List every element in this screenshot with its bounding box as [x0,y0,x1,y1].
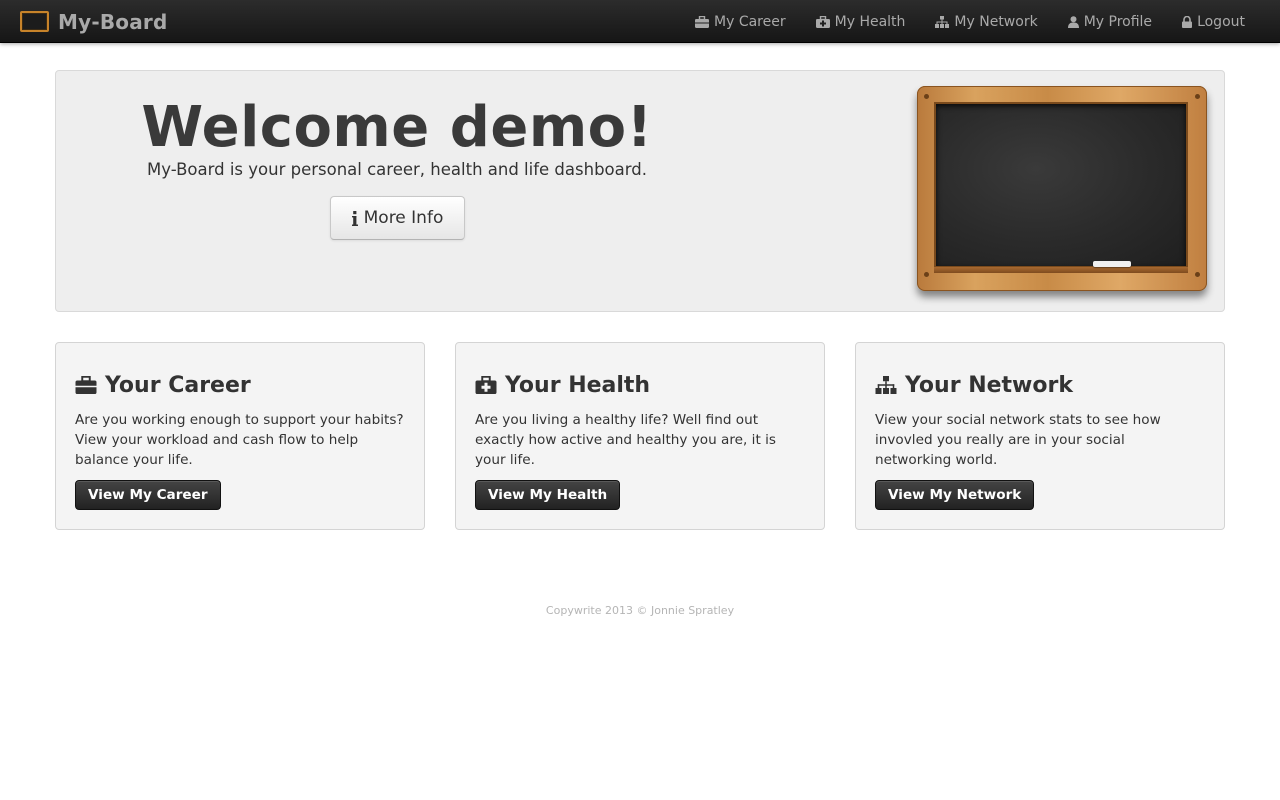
card-text: View your social network stats to see ho… [875,412,1161,468]
career-card: Your Career Are you working enough to su… [55,342,425,530]
hero-subtitle: My-Board is your personal career, health… [147,160,647,179]
chalk-ledge [934,267,1188,273]
footer-copyright: Copywrite 2013 © Jonnie Spratley [545,604,735,617]
hero-title: Welcome demo! [141,95,653,160]
nav-item-logout[interactable]: Logout [1167,0,1260,43]
nav-item-my-profile[interactable]: My Profile [1053,0,1167,43]
screw-top-left [924,94,929,99]
screw-bottom-left [924,272,929,277]
chalk-piece [1093,261,1131,267]
medkit-icon [475,376,497,394]
sitemap-icon [875,376,897,394]
view-my-health-button[interactable]: View My Health [475,480,621,510]
view-my-career-button[interactable]: View My Career [75,480,221,510]
view-my-network-button[interactable]: View My Network [875,480,1035,510]
network-card: Your Network View your social network st… [855,342,1225,530]
brand-name: My-Board [58,9,168,34]
card-title: Your Career [75,370,405,400]
screw-bottom-right [1195,272,1200,277]
info-icon [351,210,358,226]
card-text: Are you living a healthy life? Well find… [475,412,776,468]
card-title: Your Network [875,370,1205,400]
nav-item-label: Logout [1197,13,1245,30]
briefcase-icon [695,15,710,28]
card-title: Your Health [475,370,805,400]
nav-item-my-career[interactable]: My Career [680,0,801,43]
chalkboard-surface [934,102,1188,268]
chalkboard-icon [20,11,49,32]
hero-unit: Welcome demo! My-Board is your personal … [55,70,1225,312]
card-title-text: Your Health [505,372,651,398]
health-card: Your Health Are you living a healthy lif… [455,342,825,530]
navbar: My-Board My Career My Health My Network … [0,0,1280,43]
lock-icon [1182,15,1193,28]
nav-item-label: My Health [834,13,906,30]
card-title-text: Your Career [105,372,251,398]
card-title-text: Your Network [905,372,1073,398]
briefcase-icon [75,376,97,394]
more-info-label: More Info [363,208,444,228]
sitemap-icon [935,15,950,28]
more-info-button[interactable]: More Info [330,196,465,240]
nav-item-label: My Network [954,13,1038,30]
user-icon [1067,15,1079,28]
card-text: Are you working enough to support your h… [75,412,404,468]
nav-item-label: My Profile [1083,13,1153,30]
chalkboard-illustration [917,86,1207,291]
nav-item-my-network[interactable]: My Network [920,0,1052,43]
nav-item-my-health[interactable]: My Health [801,0,921,43]
brand-link[interactable]: My-Board [20,0,168,43]
main-nav: My Career My Health My Network My Profil… [680,0,1260,43]
medkit-icon [815,15,830,28]
nav-item-label: My Career [714,13,786,30]
screw-top-right [1195,94,1200,99]
